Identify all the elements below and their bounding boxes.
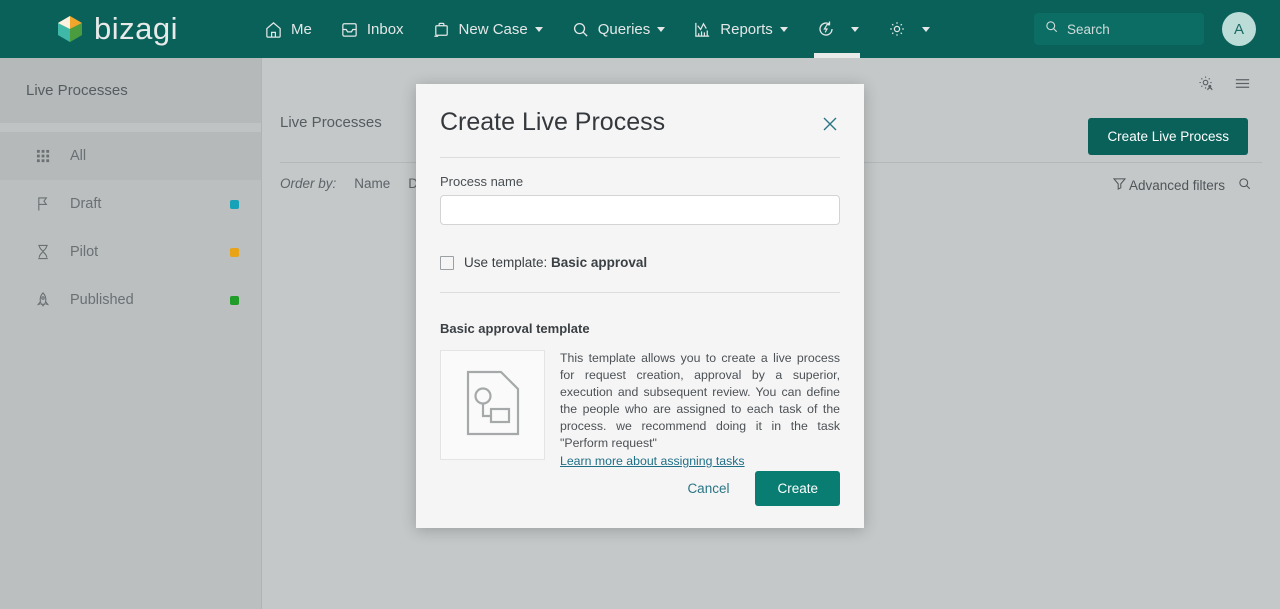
cancel-button[interactable]: Cancel (677, 473, 739, 504)
chart-icon (693, 20, 712, 39)
template-preview: This template allows you to create a liv… (440, 350, 840, 470)
sidebar: Live Processes All Draft Pilot Published (0, 58, 262, 609)
advanced-filters[interactable]: Advanced filters (1112, 176, 1252, 194)
sidebar-divider (0, 123, 261, 132)
use-template-prefix: Use template: (464, 255, 552, 270)
dialog-body: Process name Use template: Basic approva… (416, 158, 864, 470)
use-template-name: Basic approval (551, 255, 648, 270)
search-icon[interactable] (1237, 176, 1252, 194)
status-badge-published (230, 295, 239, 305)
bizagi-logo[interactable]: bizagi (55, 11, 178, 47)
user-settings-icon[interactable] (1197, 74, 1216, 93)
order-by-label: Order by: (280, 176, 337, 191)
app-window: bizagi Me Inbox New Case Queries Reports… (0, 0, 1280, 609)
sidebar-title: Live Processes (0, 58, 261, 123)
dialog-title: Create Live Process (440, 108, 666, 136)
process-document-icon (465, 370, 521, 441)
avatar[interactable]: A (1222, 12, 1256, 46)
nav-label-new-case: New Case (458, 20, 528, 38)
use-template-checkbox-row[interactable]: Use template: Basic approval (440, 255, 840, 270)
nav-label-reports: Reports (720, 20, 773, 38)
dialog-header: Create Live Process (416, 84, 864, 139)
bizagi-logo-text: bizagi (94, 11, 178, 46)
sidebar-label-pilot: Pilot (70, 244, 99, 260)
template-section-title: Basic approval template (440, 321, 590, 336)
top-navigation-bar: bizagi Me Inbox New Case Queries Reports… (0, 0, 1280, 58)
nav-item-new-case[interactable]: New Case (418, 0, 557, 58)
search-icon (1044, 19, 1059, 39)
nav-label-me: Me (291, 20, 312, 38)
create-live-process-button[interactable]: Create Live Process (1088, 118, 1248, 155)
learn-more-link[interactable]: Learn more about assigning tasks (560, 454, 745, 468)
gear-icon (887, 19, 907, 39)
chevron-down-icon (850, 26, 859, 32)
template-description: This template allows you to create a liv… (560, 351, 840, 450)
close-icon[interactable] (820, 114, 840, 139)
search-placeholder: Search (1067, 21, 1110, 37)
draft-flag-icon (36, 196, 58, 212)
briefcase-plus-icon (432, 20, 451, 39)
hourglass-icon (36, 244, 58, 260)
sidebar-item-published[interactable]: Published (0, 276, 261, 324)
chevron-down-icon (534, 26, 543, 32)
nav-items: Me Inbox New Case Queries Reports (250, 0, 944, 58)
hamburger-menu-icon[interactable] (1233, 74, 1252, 93)
advanced-filters-label: Advanced filters (1128, 177, 1225, 193)
template-description-block: This template allows you to create a liv… (560, 350, 840, 470)
sidebar-item-draft[interactable]: Draft (0, 180, 261, 228)
nav-item-me[interactable]: Me (250, 0, 326, 58)
refresh-lightning-icon (816, 19, 836, 39)
use-template-checkbox[interactable] (440, 255, 454, 270)
order-by-name[interactable]: Name (354, 176, 390, 191)
create-button[interactable]: Create (755, 471, 840, 506)
sidebar-label-draft: Draft (70, 196, 102, 212)
sidebar-item-pilot[interactable]: Pilot (0, 228, 261, 276)
sidebar-label-all: All (70, 148, 87, 164)
search-input[interactable]: Search (1034, 13, 1204, 45)
status-badge-draft (230, 199, 239, 209)
nav-item-reports[interactable]: Reports (679, 0, 802, 58)
nav-item-refresh[interactable] (802, 0, 873, 58)
process-name-input[interactable] (440, 195, 840, 225)
order-by-bar: Order by: Name Date (280, 176, 437, 191)
sidebar-label-published: Published (70, 292, 134, 308)
filter-funnel-icon (1112, 177, 1127, 193)
nav-item-queries[interactable]: Queries (557, 0, 680, 58)
rocket-icon (36, 291, 58, 309)
nav-item-settings[interactable] (873, 0, 944, 58)
nav-label-queries: Queries (597, 20, 651, 38)
inbox-icon (340, 20, 359, 39)
page-title: Live Processes (280, 114, 382, 131)
nav-item-inbox[interactable]: Inbox (326, 0, 418, 58)
chevron-down-icon (779, 26, 788, 32)
dialog-footer: Cancel Create (677, 471, 840, 506)
template-divider (440, 292, 840, 293)
sidebar-item-all[interactable]: All (0, 132, 261, 180)
use-template-label: Use template: Basic approval (464, 255, 647, 270)
home-icon (264, 20, 283, 39)
bizagi-logo-mark (55, 14, 85, 44)
template-thumbnail (440, 350, 545, 460)
process-name-label: Process name (440, 174, 524, 189)
create-live-process-dialog: Create Live Process Process name Use tem… (416, 84, 864, 528)
nav-label-inbox: Inbox (366, 20, 404, 38)
content-toolbar-icons (1197, 74, 1252, 93)
status-badge-pilot (230, 247, 239, 257)
chevron-down-icon (921, 26, 930, 32)
search-icon (571, 20, 590, 39)
chevron-down-icon (657, 26, 666, 32)
grid-icon (36, 149, 58, 164)
